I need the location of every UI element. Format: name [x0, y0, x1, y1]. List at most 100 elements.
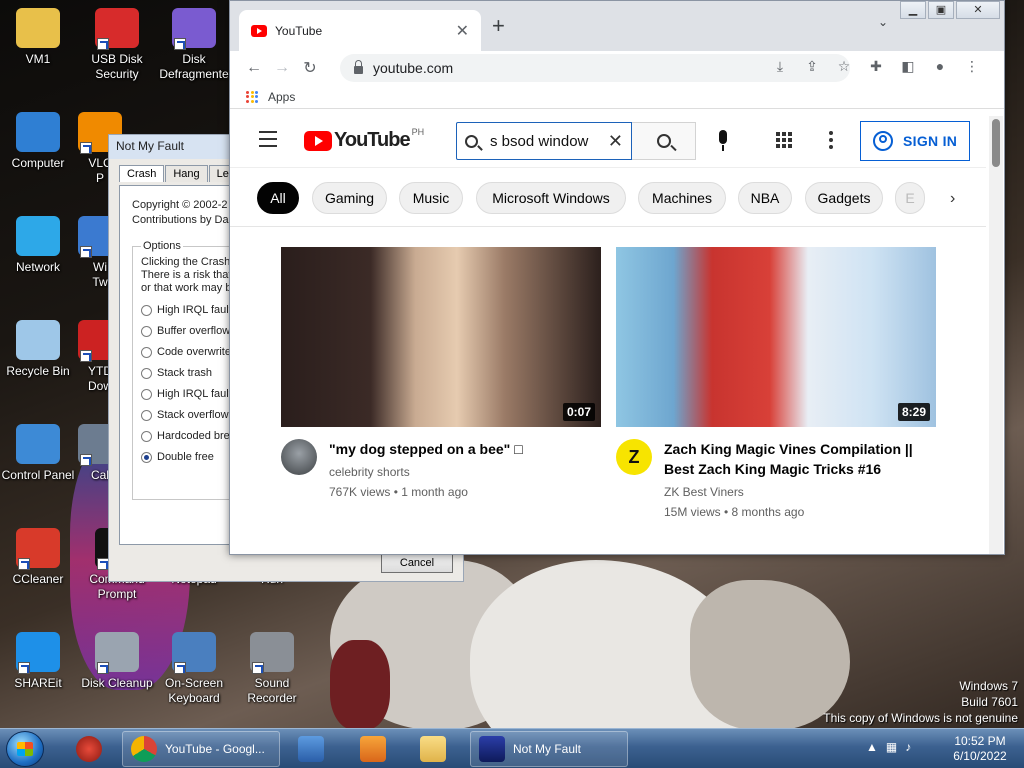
video-meta: "my dog stepped on a bee" □ celebrity sh… [281, 439, 601, 499]
tab-search-icon[interactable]: ⌄ [878, 15, 888, 29]
desktop-icon[interactable]: CCleaner [0, 528, 78, 587]
search-button[interactable] [632, 122, 696, 160]
search-query[interactable]: s bsod window [490, 133, 604, 150]
channel-avatar[interactable]: Z [616, 439, 652, 475]
tab-hang[interactable]: Hang [165, 165, 208, 182]
search-input[interactable]: s bsod window ✕ [456, 122, 632, 160]
close-window-button[interactable]: ✕ [956, 1, 1000, 19]
chip-gaming[interactable]: Gaming [312, 182, 387, 214]
watermark-line: This copy of Windows is not genuine [823, 711, 1018, 725]
channel-name[interactable]: ZK Best Viners [664, 485, 913, 499]
radio-button[interactable] [141, 409, 152, 421]
radio-button[interactable] [141, 451, 152, 463]
shareit-icon [16, 632, 60, 674]
desktop-icon[interactable]: Sound Recorder [232, 632, 312, 706]
scrollbar-thumb[interactable] [992, 119, 1000, 167]
shortcut-arrow-icon [252, 662, 264, 674]
chip-partial[interactable]: E [895, 182, 925, 214]
radio-button[interactable] [141, 346, 152, 358]
recycle-bin-icon [16, 320, 60, 360]
bookmark-star-icon[interactable]: ☆ [828, 58, 860, 75]
watermark-line: Windows 7 [959, 679, 1018, 693]
back-icon[interactable]: ← [240, 59, 268, 77]
side-panel-icon[interactable]: ◧ [892, 58, 924, 75]
chip-machines[interactable]: Machines [638, 182, 726, 214]
install-icon[interactable]: ⤓ [764, 58, 796, 75]
sign-in-button[interactable]: SIGN IN [860, 121, 970, 161]
page-scrollbar[interactable] [989, 116, 1003, 554]
chip-nba[interactable]: NBA [738, 182, 792, 214]
profile-icon[interactable]: ● [924, 58, 956, 75]
bookmarks-bar: Apps [230, 85, 1004, 109]
desktop-icon[interactable]: VM1 [0, 8, 78, 67]
wallpaper-shape [330, 640, 390, 730]
channel-avatar[interactable] [281, 439, 317, 475]
desktop-icon[interactable]: USB Disk Security [77, 8, 157, 82]
address-url[interactable]: youtube.com [373, 60, 453, 76]
tab-crash[interactable]: Crash [119, 165, 165, 182]
bookmark-apps[interactable]: Apps [268, 90, 295, 104]
chip-all[interactable]: All [257, 182, 299, 214]
video-thumbnail[interactable]: 8:29 [616, 247, 936, 427]
taskbar-item-notmyfault[interactable]: Not My Fault [470, 731, 628, 767]
start-button[interactable] [6, 731, 44, 767]
search-icon [656, 134, 671, 148]
extensions-icon[interactable]: ✚ [860, 58, 892, 75]
radio-button[interactable] [141, 304, 152, 316]
video-card[interactable]: 0:07 "my dog stepped on a bee" □ celebri… [281, 247, 601, 499]
taskbar-item-chrome[interactable]: YouTube - Googl... [122, 731, 280, 767]
settings-more-icon[interactable] [829, 131, 833, 152]
youtube-wordmark: YouTube [334, 129, 411, 151]
shortcut-arrow-icon [97, 662, 109, 674]
cancel-button[interactable]: Cancel [381, 553, 453, 573]
radio-button[interactable] [141, 388, 152, 400]
sign-in-label: SIGN IN [903, 133, 958, 149]
hamburger-menu-icon[interactable] [259, 131, 277, 152]
shortcut-arrow-icon [18, 662, 30, 674]
show-hidden-icons[interactable]: ▲ [866, 740, 878, 754]
desktop-icon-label: Recorder [247, 691, 297, 705]
video-title[interactable]: "my dog stepped on a bee" □ [329, 439, 523, 459]
radio-button[interactable] [141, 325, 152, 337]
browser-tab-youtube[interactable]: YouTube ✕ [239, 10, 481, 51]
clear-search-icon[interactable]: ✕ [608, 131, 623, 152]
apps-grid-icon[interactable] [246, 90, 258, 103]
shortcut-arrow-icon [174, 662, 186, 674]
channel-name[interactable]: celebrity shorts [329, 465, 523, 479]
video-stats: 15M views • 8 months ago [664, 505, 805, 519]
video-thumbnail[interactable]: 0:07 [281, 247, 601, 427]
desktop-icon[interactable]: SHAREit [0, 632, 78, 691]
desktop-icon[interactable]: Disk Defragmente [154, 8, 234, 82]
youtube-apps-icon[interactable] [776, 132, 792, 148]
chip-gadgets[interactable]: Gadgets [805, 182, 883, 214]
video-title[interactable]: Zach King Magic Vines Compilation || [664, 439, 913, 459]
chip-music[interactable]: Music [399, 182, 463, 214]
radio-button[interactable] [141, 430, 152, 442]
close-tab-icon[interactable]: ✕ [456, 21, 469, 41]
maximize-button[interactable]: ▣ [928, 1, 954, 19]
taskbar-pin-network[interactable] [298, 731, 332, 767]
video-title-line2[interactable]: Best Zach King Magic Tricks #16 [664, 459, 913, 479]
network-status-icon[interactable]: ▦ [886, 740, 897, 754]
taskbar-pin-downloader[interactable] [76, 731, 110, 767]
system-clock[interactable]: 10:52 PM 6/10/2022 [940, 734, 1020, 764]
chip-microsoft-windows[interactable]: Microsoft Windows [476, 182, 626, 214]
minimize-button[interactable]: ▁ [900, 1, 926, 19]
desktop-icon[interactable]: Disk Cleanup [77, 632, 157, 691]
desktop-icon[interactable]: On-Screen Keyboard [154, 632, 234, 706]
chevron-right-icon[interactable]: › [950, 190, 955, 208]
menu-icon[interactable]: ⋮ [956, 58, 988, 75]
taskbar-pin-explorer[interactable] [420, 731, 454, 767]
radio-button[interactable] [141, 367, 152, 379]
video-duration: 8:29 [897, 403, 930, 421]
new-tab-button[interactable]: + [492, 13, 505, 39]
video-card[interactable]: 8:29 Z Zach King Magic Vines Compilation… [616, 247, 936, 519]
lock-icon[interactable] [354, 60, 363, 74]
microphone-icon[interactable] [716, 130, 730, 152]
taskbar-pin-media[interactable] [360, 731, 394, 767]
forward-icon[interactable]: → [268, 59, 296, 77]
volume-icon[interactable]: ♪ [905, 740, 911, 754]
youtube-logo[interactable]: YouTube PH [304, 127, 424, 152]
reload-icon[interactable]: ↻ [296, 58, 324, 78]
share-icon[interactable]: ⇪ [796, 58, 828, 75]
